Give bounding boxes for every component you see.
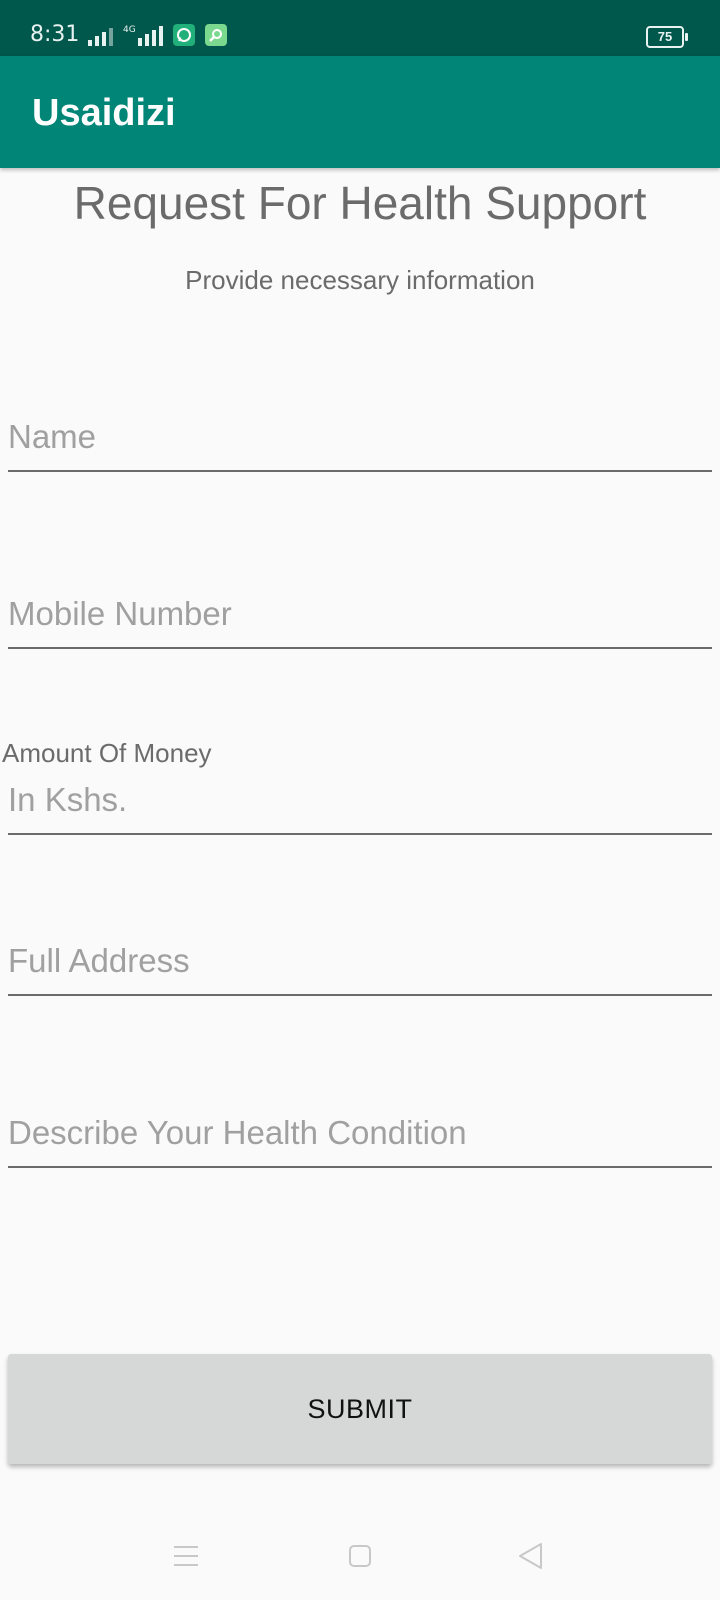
app-title: Usaidizi	[32, 92, 176, 134]
navigation-bar	[0, 1520, 720, 1600]
submit-button[interactable]: SUBMIT	[8, 1354, 712, 1464]
status-icons: 4G	[88, 24, 227, 46]
back-icon[interactable]	[510, 1536, 550, 1576]
name-input[interactable]	[8, 412, 712, 472]
health-condition-input[interactable]	[8, 1108, 712, 1168]
signal-4g-icon: 4G	[123, 26, 163, 46]
battery-icon: 75	[646, 26, 688, 48]
amount-input[interactable]	[8, 775, 712, 835]
mobile-number-input[interactable]	[8, 589, 712, 649]
app-bar: Usaidizi	[0, 56, 720, 168]
home-icon[interactable]	[340, 1536, 380, 1576]
app-icon	[204, 24, 227, 46]
full-address-input[interactable]	[8, 936, 712, 996]
network-label: 4G	[123, 25, 136, 35]
amount-label: Amount Of Money	[2, 738, 212, 768]
signal-icon	[88, 26, 113, 46]
page-title: Request For Health Support	[73, 177, 647, 229]
whatsapp-icon	[172, 24, 195, 46]
battery-level: 75	[657, 29, 673, 44]
menu-icon[interactable]	[166, 1536, 206, 1576]
status-bar: 8:31 4G 75	[0, 0, 720, 56]
status-time: 8:31	[30, 22, 80, 47]
page-subtitle: Provide necessary information	[185, 265, 535, 295]
